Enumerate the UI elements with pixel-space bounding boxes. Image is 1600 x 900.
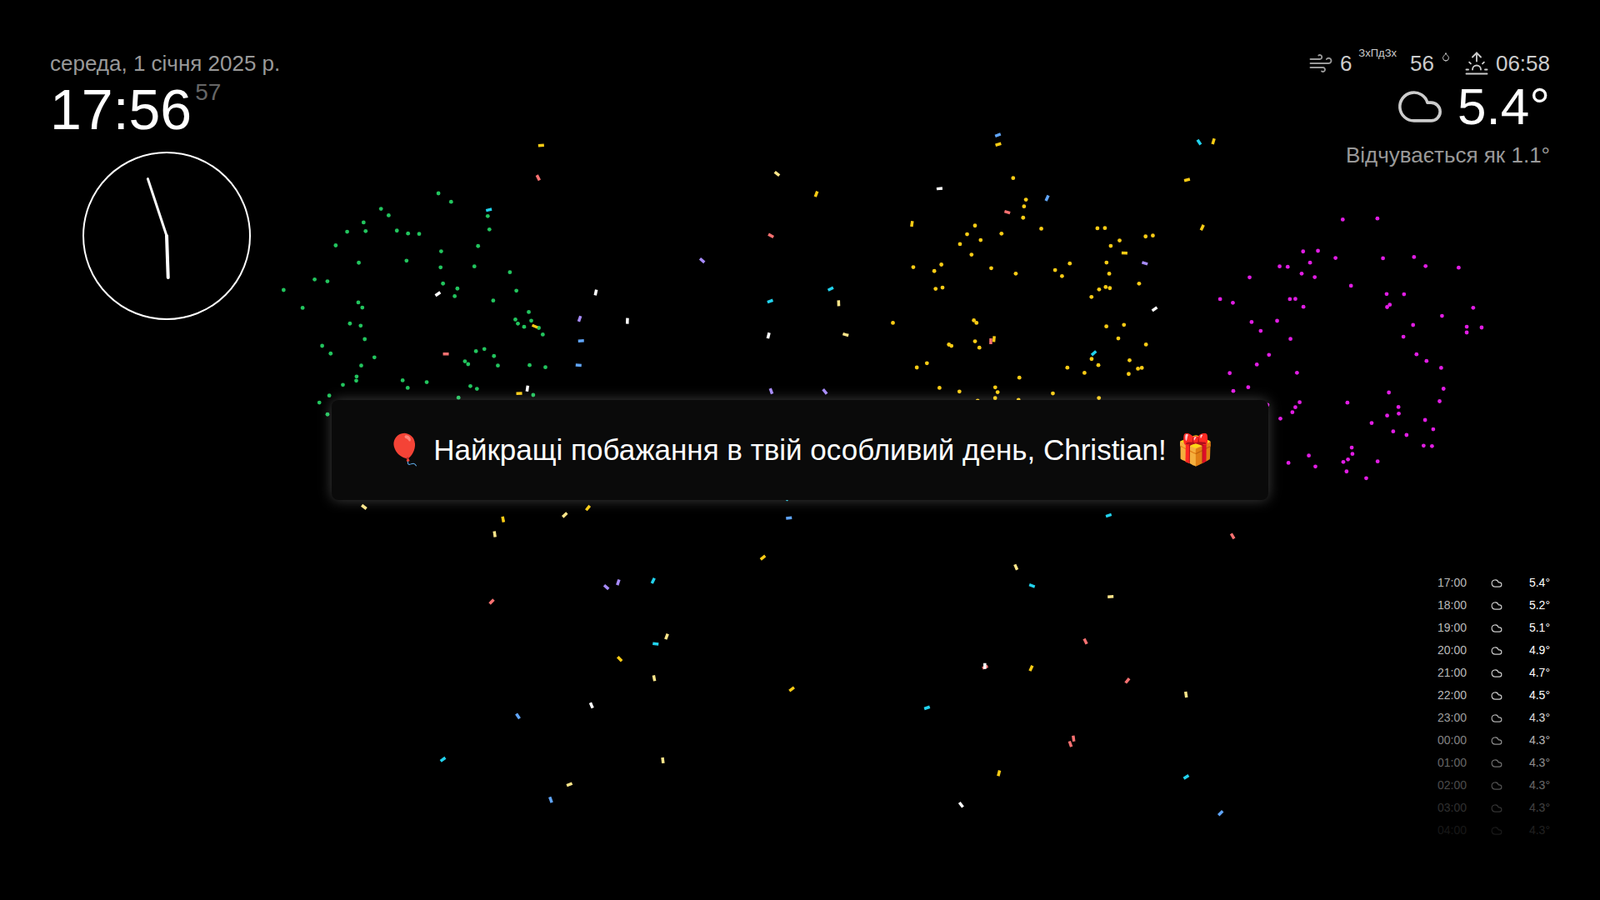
sunrise-icon [1464, 50, 1490, 76]
forecast-cloud-icon [1490, 825, 1503, 837]
forecast-cloud-icon [1490, 645, 1503, 657]
forecast-row: 02:004.3° [1437, 774, 1550, 797]
forecast-row: 19:005.1° [1437, 616, 1550, 640]
weather-module: 6ЗхПдЗх5606:585.4°Відчувається як 1.1° [1308, 50, 1550, 172]
forecast-cloud-icon [1490, 667, 1503, 680]
humidity: 56 [1410, 50, 1435, 78]
minute-hand [147, 178, 167, 235]
alert-message: Найкращі побажання в твій особливий день… [433, 428, 1167, 473]
forecast-row: 22:004.5° [1437, 684, 1550, 707]
forecast-cloud-icon [1490, 802, 1503, 815]
fireworks-animation [0, 0, 1600, 900]
wind-speed: 6 [1340, 50, 1352, 78]
forecast-cloud-icon [1490, 780, 1503, 792]
forecast-row: 04:004.3° [1437, 819, 1550, 842]
forecast-row: 00:004.3° [1437, 729, 1550, 752]
cloud-icon [1395, 82, 1445, 131]
forecast-cloud-icon [1490, 600, 1503, 612]
feels-like: Відчувається як 1.1° [1345, 139, 1550, 172]
wind-icon [1308, 50, 1334, 76]
forecast-cloud-icon [1490, 690, 1503, 702]
analog-clock [81, 150, 252, 321]
time-text: 17:56 [50, 80, 192, 138]
forecast-row: 17:005.4° [1437, 571, 1550, 595]
sunrise-time: 06:58 [1495, 50, 1550, 78]
forecast-cloud-icon [1490, 712, 1503, 725]
forecast-cloud-icon [1490, 735, 1503, 747]
forecast-cloud-icon [1490, 577, 1503, 590]
forecast-row: 03:004.3° [1437, 796, 1550, 820]
birthday-alert: 🎈Найкращі побажання в твій особливий ден… [331, 400, 1269, 500]
balloon-icon: 🎈 [385, 427, 424, 473]
magic-mirror-screen: середа, 1 січня 2025 р.17:56576ЗхПдЗх560… [0, 0, 1600, 900]
hour-hand [166, 235, 169, 278]
seconds-text: 57 [195, 80, 221, 105]
forecast-row: 20:004.9° [1437, 639, 1550, 662]
hourly-forecast: 17:005.4°18:005.2°19:005.1°20:004.9°21:0… [1437, 571, 1550, 842]
humidity-icon [1440, 51, 1451, 62]
temperature: 5.4° [1457, 80, 1550, 133]
clock-module: середа, 1 січня 2025 р.17:5657 [50, 50, 280, 321]
gift-icon: 🎁 [1176, 427, 1215, 473]
forecast-row: 18:005.2° [1437, 594, 1550, 617]
forecast-row: 01:004.3° [1437, 751, 1550, 775]
date-text: середа, 1 січня 2025 р. [50, 50, 280, 78]
forecast-row: 21:004.7° [1437, 661, 1550, 685]
forecast-cloud-icon [1490, 622, 1503, 635]
forecast-row: 23:004.3° [1437, 706, 1550, 730]
forecast-cloud-icon [1490, 757, 1503, 770]
